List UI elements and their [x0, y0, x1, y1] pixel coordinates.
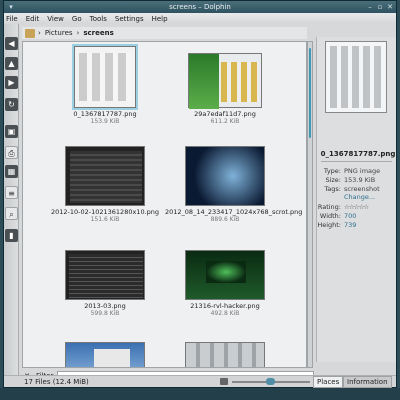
menu-help[interactable]: Help	[152, 15, 168, 23]
menu-settings[interactable]: Settings	[115, 15, 144, 23]
scrollbar-thumb[interactable]	[309, 48, 311, 138]
file-thumbnail	[65, 146, 145, 206]
info-size-row: Size: 153.9 KiB	[317, 176, 399, 184]
file-name: 21316-rvl-hacker.png	[190, 302, 260, 310]
info-width-label: Width:	[319, 212, 341, 220]
info-type-value: PNG image	[344, 167, 381, 175]
file-item[interactable]: 21316-rvl-hacker.png 492.8 KiB	[165, 250, 285, 318]
file-thumbnail	[65, 250, 145, 300]
close-icon[interactable]: ✕	[386, 3, 394, 11]
tab-information[interactable]: Information	[343, 376, 392, 388]
file-thumbnail	[188, 53, 262, 109]
file-icon-view[interactable]: 0_1367817787.png 153.9 KiB 29a7edaf11d7.…	[22, 41, 307, 368]
info-type-label: Type:	[323, 167, 341, 175]
forward-icon[interactable]: ▶	[5, 76, 18, 89]
up-icon[interactable]: ▲	[5, 57, 18, 70]
preview-image	[325, 41, 387, 113]
file-size: 889.6 KiB	[210, 216, 240, 223]
info-height-label: Height:	[317, 221, 341, 229]
status-bar: 17 Files (12.4 MiB) Places Information	[4, 375, 396, 388]
file-name: 29a7edaf11d7.png	[194, 110, 256, 118]
home-folder-icon[interactable]	[25, 28, 35, 38]
info-tags-value: screenshot	[344, 185, 380, 193]
info-height-row: Height: 739	[317, 221, 399, 229]
file-name: 0_1367817787.png	[73, 110, 137, 118]
info-size-label: Size:	[325, 176, 341, 184]
search-icon[interactable]: ⌕	[5, 207, 18, 220]
file-item[interactable]: 0_1367817787.png 153.9 KiB	[45, 44, 165, 126]
file-item[interactable]	[165, 342, 285, 367]
desktop-taskbar	[0, 388, 400, 400]
file-item[interactable]: 2013-03.png 599.8 KiB	[45, 250, 165, 318]
menu-file[interactable]: File	[6, 15, 18, 23]
file-thumbnail	[185, 342, 265, 367]
file-size: 492.8 KiB	[210, 310, 240, 317]
file-size: 611.2 KiB	[210, 118, 240, 125]
menu-view[interactable]: View	[47, 15, 64, 23]
file-size: 153.9 KiB	[90, 118, 120, 125]
print-icon[interactable]: ⎙	[5, 146, 18, 159]
menu-tools[interactable]: Tools	[90, 15, 107, 23]
file-thumbnail	[185, 146, 265, 206]
title-bar[interactable]: ▾ screens – Dolphin – ▫ ✕	[4, 1, 396, 13]
info-divider	[321, 161, 392, 162]
tab-places[interactable]: Places	[313, 376, 344, 388]
file-size: 151.6 KiB	[90, 216, 120, 223]
left-toolbar: ◀ ▲ ▶ ↻ ▣ ⎙ ▦ ≡ ⌕ ▮	[4, 24, 19, 375]
info-height-value: 739	[344, 221, 357, 229]
rating-stars[interactable]: ☆☆☆☆☆	[344, 203, 369, 211]
file-item[interactable]: 2012-10-02-1021361280x10.png 151.6 KiB	[45, 146, 165, 224]
status-text: 17 Files (12.4 MiB)	[24, 378, 89, 386]
breadcrumb-separator-icon: ›	[38, 29, 41, 37]
details-view-icon[interactable]: ≡	[5, 186, 18, 199]
split-view-icon[interactable]: ▣	[5, 125, 18, 138]
maximize-icon[interactable]: ▫	[376, 3, 384, 11]
file-item[interactable]	[45, 342, 165, 367]
window-title: screens – Dolphin	[169, 3, 231, 11]
menu-edit[interactable]: Edit	[26, 15, 40, 23]
breadcrumb: › Pictures › screens	[22, 27, 307, 39]
file-name: 2012_08_14_233417_1024x768_scrot.png	[165, 208, 303, 216]
reload-icon[interactable]: ↻	[5, 98, 18, 111]
file-size: 599.8 KiB	[90, 310, 120, 317]
menu-go[interactable]: Go	[72, 15, 82, 23]
file-name: 2012-10-02-1021361280x10.png	[50, 208, 160, 216]
info-rating-label: Rating:	[317, 203, 341, 211]
info-type-row: Type: PNG image	[317, 167, 399, 175]
file-name: 2013-03.png	[84, 302, 126, 310]
minimize-icon[interactable]: –	[366, 3, 374, 11]
zoom-out-icon[interactable]	[220, 378, 228, 385]
dolphin-window: ▾ screens – Dolphin – ▫ ✕ File Edit View…	[3, 0, 397, 388]
info-rating-row: Rating: ☆☆☆☆☆	[317, 203, 399, 211]
terminal-icon[interactable]: ▮	[5, 229, 18, 242]
breadcrumb-pictures[interactable]: Pictures	[45, 29, 73, 37]
breadcrumb-screens[interactable]: screens	[83, 29, 113, 37]
file-item[interactable]: 29a7edaf11d7.png 611.2 KiB	[165, 46, 285, 126]
back-icon[interactable]: ◀	[5, 37, 18, 50]
info-tags-row: Tags: screenshot	[317, 185, 399, 193]
info-width-value: 700	[344, 212, 357, 220]
vertical-scrollbar[interactable]	[307, 41, 313, 368]
breadcrumb-separator-icon: ›	[76, 29, 80, 37]
info-size-value: 153.9 KiB	[344, 176, 376, 184]
info-width-row: Width: 700	[317, 212, 399, 220]
file-thumbnail	[72, 44, 138, 110]
info-file-name: 0_1367817787.png	[320, 150, 396, 158]
icons-view-icon[interactable]: ▦	[5, 165, 18, 178]
main-content: ◀ ▲ ▶ ↻ ▣ ⎙ ▦ ≡ ⌕ ▮ › Pictures › screens	[4, 24, 396, 381]
zoom-slider-handle[interactable]	[266, 378, 275, 385]
file-thumbnail	[65, 342, 145, 367]
information-panel: 0_1367817787.png Type: PNG image Size: 153…	[316, 37, 396, 362]
menu-bar: File Edit View Go Tools Settings Help	[4, 13, 396, 24]
change-tags-link[interactable]: Change...	[344, 193, 375, 201]
file-item[interactable]: 2012_08_14_233417_1024x768_scrot.png 889…	[165, 146, 303, 224]
info-tags-label: Tags:	[324, 185, 341, 193]
file-thumbnail	[185, 250, 265, 300]
info-change-row: Change...	[317, 193, 399, 201]
